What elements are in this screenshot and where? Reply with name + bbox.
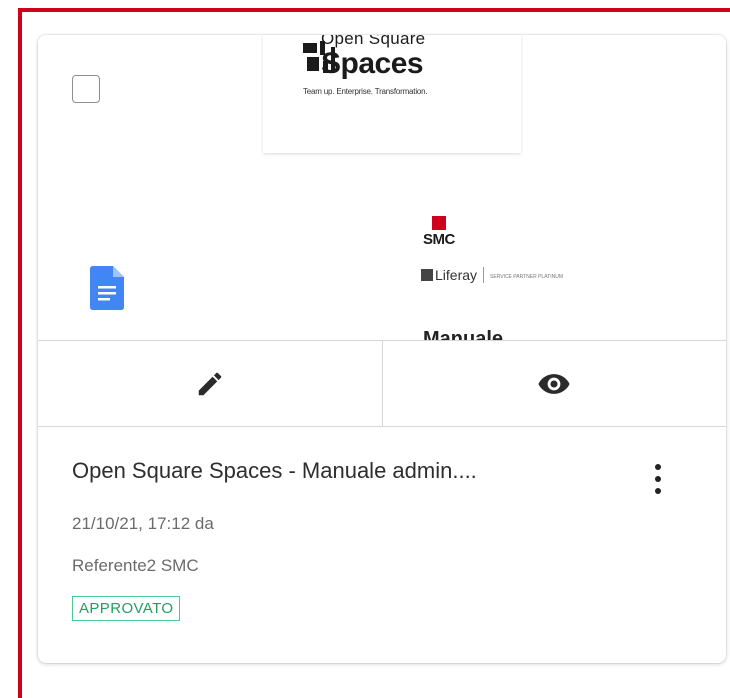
more-options-icon[interactable]	[646, 464, 670, 504]
liferay-logo: Liferay SERVICE PARTNER PLATINUM	[421, 267, 581, 289]
status-badge: APPROVATO	[72, 596, 181, 621]
liferay-divider	[483, 267, 485, 283]
document-author: Referente2 SMC	[72, 556, 199, 575]
preview-page: Open Square Spaces Team up. Enterprise. …	[263, 35, 521, 153]
liferay-partner-text: SERVICE PARTNER PLATINUM	[490, 274, 564, 280]
liferay-text: Liferay	[435, 267, 478, 283]
document-date: 21/10/21, 17:12 da	[72, 514, 214, 533]
smc-logo: SMC	[423, 216, 503, 256]
eye-icon	[538, 373, 570, 394]
document-card[interactable]: Open Square Spaces Team up. Enterprise. …	[38, 35, 726, 663]
document-title[interactable]: Open Square Spaces - Manuale admin....	[72, 458, 632, 484]
google-docs-icon	[90, 266, 124, 310]
preview-heading-peek: Manuale	[423, 328, 504, 340]
card-actions	[38, 340, 726, 427]
smc-logo-square	[432, 216, 446, 230]
smc-logo-text: SMC	[423, 231, 455, 248]
view-button[interactable]	[381, 341, 727, 426]
edit-button[interactable]	[38, 341, 382, 426]
pencil-icon	[198, 372, 222, 395]
select-checkbox[interactable]	[72, 75, 100, 103]
document-info: Open Square Spaces - Manuale admin.... 2…	[38, 426, 726, 663]
logo-line2: Spaces	[321, 47, 424, 80]
liferay-mark-icon	[421, 269, 433, 281]
logo-tagline: Team up. Enterprise. Transformation.	[303, 87, 428, 96]
document-preview[interactable]: Open Square Spaces Team up. Enterprise. …	[38, 35, 726, 340]
